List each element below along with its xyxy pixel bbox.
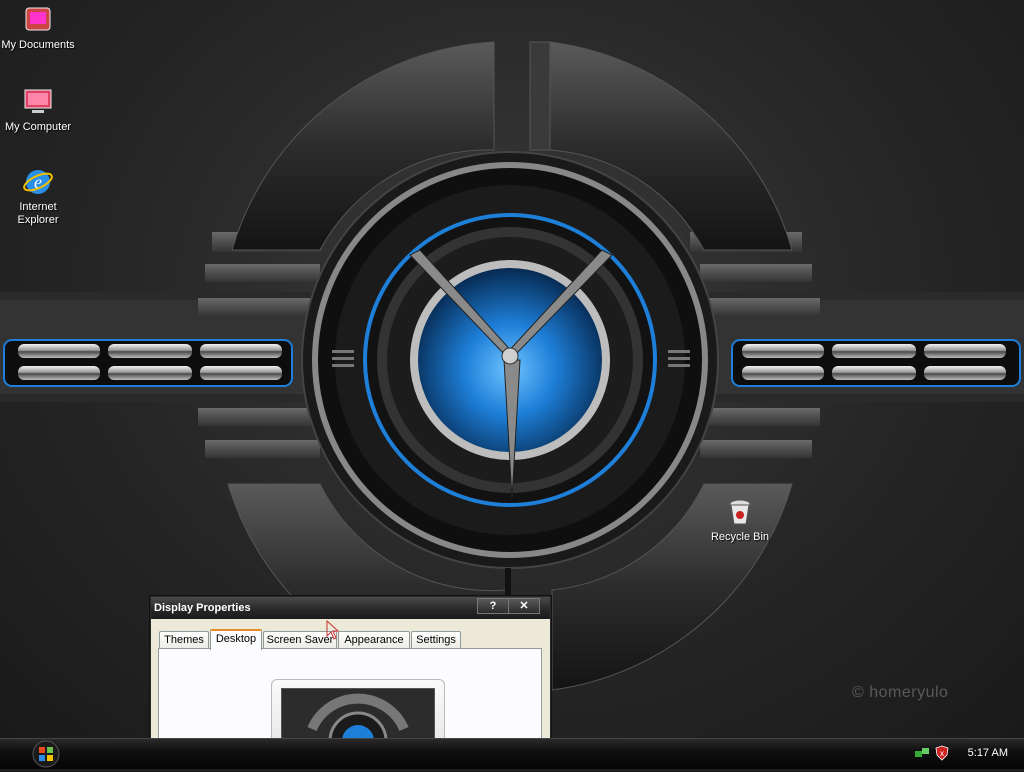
wallpaper-watermark: © homeryulo — [852, 684, 949, 701]
close-button[interactable]: ✕ — [508, 598, 540, 614]
display-properties-window[interactable]: Display Properties ? ✕ Themes Desktop Sc… — [150, 596, 551, 738]
internet-explorer-icon: e — [22, 166, 54, 198]
tab-appearance[interactable]: Appearance — [338, 631, 410, 648]
desktop[interactable]: My Documents My Computer e Internet Expl… — [0, 0, 1024, 738]
my-documents-icon — [22, 4, 54, 36]
tab-desktop[interactable]: Desktop — [210, 629, 262, 650]
desktop-icon-label: My Computer — [4, 121, 72, 133]
network-icon[interactable] — [914, 745, 930, 761]
desktop-icon-label: Internet Explorer — [17, 201, 59, 226]
svg-text:x: x — [940, 749, 944, 758]
window-title-bar[interactable]: Display Properties ? ✕ — [151, 597, 550, 619]
help-button[interactable]: ? — [477, 598, 509, 614]
mouse-cursor — [326, 620, 340, 640]
taskbar: x 5:17 AM — [0, 738, 1024, 769]
desktop-icon-label: My Documents — [1, 39, 75, 51]
desktop-icon-label: Recycle Bin — [710, 531, 770, 543]
wallpaper-preview-image — [281, 688, 435, 738]
desktop-icon-my-computer[interactable]: My Computer — [0, 86, 76, 134]
security-shield-icon[interactable]: x — [934, 745, 950, 761]
clock[interactable]: 5:17 AM — [968, 747, 1008, 759]
window-title: Display Properties — [154, 602, 251, 614]
tab-panel-desktop — [158, 648, 542, 738]
start-button[interactable] — [27, 739, 65, 769]
tab-themes[interactable]: Themes — [159, 631, 209, 648]
monitor-preview — [271, 679, 445, 738]
desktop-icon-internet-explorer[interactable]: e Internet Explorer — [0, 166, 76, 227]
recycle-bin-icon — [724, 496, 756, 528]
system-tray: x 5:17 AM — [914, 741, 1024, 767]
windows-orb-icon — [32, 740, 60, 768]
tab-settings[interactable]: Settings — [411, 631, 461, 648]
my-computer-icon — [22, 86, 54, 118]
desktop-icon-recycle-bin[interactable]: Recycle Bin — [702, 496, 778, 544]
desktop-icon-my-documents[interactable]: My Documents — [0, 4, 76, 52]
